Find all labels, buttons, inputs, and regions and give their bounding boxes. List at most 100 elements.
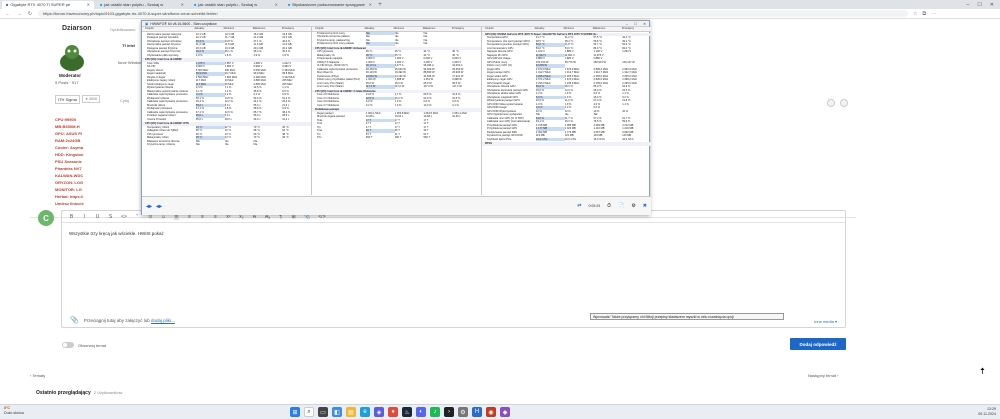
column-header[interactable]: Przeciętny: [282, 27, 311, 31]
reply-editor[interactable]: B I U S <> " ⊙ ☺ ≡ ≡ ≡ ≡ x² x₂ A Aₐ ¶ ⊞ 📎 </> Wszystkie trz…: [61, 210, 846, 328]
search-icon[interactable]: ⌕: [304, 407, 314, 417]
column-header[interactable]: Przeciętny: [452, 27, 481, 31]
toolbar-button[interactable]: S: [108, 214, 113, 220]
settings-icon[interactable]: ⚙: [631, 203, 635, 209]
column-header[interactable]: Aktualny: [535, 27, 564, 31]
column-header[interactable]: Maksimum: [423, 27, 452, 31]
sensor-row[interactable]: Uncore Przesłoń 35,0 x 28,0 x 43,0 x 31,4 x: [142, 118, 311, 122]
submit-reply-button[interactable]: Dodaj odpowiedź: [790, 338, 846, 350]
scroll-top-icon[interactable]: 🠅: [980, 364, 985, 380]
toolbar-button[interactable]: B: [69, 214, 74, 220]
tab-close-icon[interactable]: ✕: [181, 2, 184, 7]
column-header[interactable]: Czujnik: [145, 27, 195, 31]
attach-area[interactable]: 📎 Przeciągnij tutaj aby załączyć lub dod…: [70, 316, 175, 324]
start-icon[interactable]: ⊞: [290, 407, 300, 417]
expand-arrows-icon[interactable]: ◂▸: [156, 203, 162, 210]
recent-viewers-title: Ostatnio przeglądający: [36, 390, 91, 396]
sensor-cell: 560 T: [394, 136, 402, 139]
store-icon[interactable]: ◈: [374, 407, 384, 417]
column-header[interactable]: Minimum: [564, 27, 593, 31]
column-header[interactable]: Czujnik: [485, 27, 535, 31]
tab-close-icon[interactable]: ✕: [369, 2, 372, 7]
tab-close-icon[interactable]: ✕: [275, 2, 278, 7]
toolbar-button[interactable]: ": [135, 214, 140, 220]
hwinfo-app-icon[interactable]: H: [472, 407, 482, 417]
app-icon[interactable]: ◉: [486, 407, 496, 417]
file-explorer-icon[interactable]: ▤: [346, 407, 356, 417]
maximize-icon[interactable]: ☐: [977, 2, 981, 8]
chrome-icon[interactable]: ●: [388, 407, 398, 417]
toolbar-button[interactable]: I: [82, 214, 87, 220]
settings-app-icon[interactable]: ⚙: [458, 407, 468, 417]
follow-topic-toggle[interactable]: [62, 342, 74, 348]
report-icon[interactable]: 📄: [618, 203, 624, 209]
extensions-icon[interactable]: ⧉: [922, 11, 926, 17]
sensor-pane-3[interactable]: Czujnik Aktualny Minimum Maksimum Przeciętny…: [482, 27, 651, 195]
sensor-row[interactable]: Limit mocy PL2 (Static) 117,0 W 117,0 W 117…: [312, 85, 481, 89]
star-icon[interactable]: ☆: [913, 11, 917, 17]
user-avatar[interactable]: [55, 42, 89, 72]
quote-button[interactable]: Cytuj: [120, 98, 129, 103]
post-username[interactable]: Dziarson: [62, 25, 92, 32]
sensor-row[interactable]: Core C7 Obłożenie 0,2 % 0,0 % 13,0 % 0,1 %: [312, 104, 481, 108]
follow-topic-label: Obserwuj temat: [78, 343, 107, 348]
hwinfo-close-icon[interactable]: ✕: [643, 22, 646, 26]
share-icon[interactable]: [840, 99, 848, 107]
url-field[interactable]: https://forum.frazeconomy.ph/topic/9103-…: [38, 10, 908, 17]
column-header[interactable]: Aktualny: [195, 27, 224, 31]
clock-icon[interactable]: ⏱: [607, 203, 611, 209]
back-icon[interactable]: ←: [5, 11, 11, 17]
menu-icon[interactable]: ⋯: [931, 11, 936, 17]
system-tray[interactable]: 13:29 09.11.2024: [930, 407, 996, 417]
attach-text: Przeciągnij tutaj aby załączyć lub dodaj…: [83, 317, 175, 323]
network-icon[interactable]: ⇄: [577, 203, 581, 209]
steam-icon[interactable]: ♨: [402, 407, 412, 417]
column-header[interactable]: Czujnik: [315, 27, 365, 31]
task-view-icon[interactable]: ▭: [318, 407, 328, 417]
toolbar-button[interactable]: <>: [121, 214, 127, 220]
reaction-icon[interactable]: [827, 99, 835, 107]
spotify-icon[interactable]: ♪: [430, 407, 440, 417]
column-header[interactable]: Przeciętny: [622, 27, 651, 31]
tab-close-icon[interactable]: ✕: [87, 2, 90, 7]
column-header[interactable]: Minimum: [394, 27, 423, 31]
minimize-icon[interactable]: –: [967, 2, 970, 8]
previous-topic-link[interactable]: ‹ Tematy: [30, 373, 45, 378]
next-topic-link[interactable]: Następny temat ›: [808, 373, 838, 378]
terminal-icon[interactable]: ›: [444, 407, 454, 417]
add-files-link[interactable]: dodaj pliki...: [151, 318, 175, 323]
hwinfo-maximize-icon[interactable]: ☐: [634, 22, 637, 26]
sensor-pane-1[interactable]: Czujnik Aktualny Minimum Maksimum Przeciętny…: [142, 27, 312, 195]
column-header[interactable]: Maksimum: [253, 27, 282, 31]
sensor-row[interactable]: Trfc 560 T 560 T 560 T: [312, 136, 481, 140]
hwinfo-minimize-icon[interactable]: –: [626, 22, 628, 26]
sensor-pane-2[interactable]: Czujnik Aktualny Minimum Maksimum Przeciętny…: [312, 27, 482, 195]
close-icon[interactable]: ✕: [990, 2, 994, 8]
browser-tab[interactable]: ■ jak ustalić stan pulpitu - Szukaj w ✕: [190, 1, 282, 9]
sensor-row[interactable]: Krytyczna temp. rdzenia Nie Nie Nie: [142, 143, 311, 147]
column-header[interactable]: Maksimum: [593, 27, 622, 31]
discord-icon[interactable]: ◐: [416, 407, 426, 417]
edge-icon[interactable]: e: [360, 407, 370, 417]
editor-text[interactable]: Wszystkie trzy kręcą jak wściekle. HWiSt…: [62, 223, 845, 244]
app-icon-2[interactable]: ◆: [500, 407, 510, 417]
weather-widget[interactable]: 8°C Dużo słońca: [4, 406, 24, 416]
other-media-dropdown[interactable]: Inne media ▾: [814, 319, 837, 324]
browser-tab[interactable]: ■ Gigabyte RTX 4070 Ti SUPER pe ✕: [2, 0, 94, 9]
sensor-row[interactable]: Szybkość łącza PCIe 16,0 GT/s 16,0 GT/s 16,…: [482, 137, 651, 141]
browser-tab[interactable]: ■ jak ustalić stan pulpitu - Szukaj w ✕: [96, 1, 188, 9]
column-header[interactable]: Aktualny: [365, 27, 394, 31]
reload-icon[interactable]: ↻: [27, 11, 33, 17]
browser-tab[interactable]: ■ Błyskawiczne podsumowanie sprzęgowe ✕: [284, 1, 376, 9]
sensor-row[interactable]: Użytkowanie pliku wymiany 1,9 % 1,8 % 1,9 %…: [142, 54, 311, 58]
sensor-row[interactable]: Przekroczony limit mocy pakietu Nie Nie Nie: [312, 42, 481, 46]
toolbar-button[interactable]: U: [95, 214, 100, 220]
reset-icon[interactable]: ✖: [643, 203, 647, 209]
forward-icon[interactable]: →: [16, 11, 22, 17]
favicon-icon: ■: [6, 2, 9, 7]
column-header[interactable]: Minimum: [224, 27, 253, 31]
widgets-icon[interactable]: ◧: [332, 407, 342, 417]
collapse-arrows-icon[interactable]: ◂▸: [146, 203, 152, 210]
new-tab-button[interactable]: +: [376, 2, 384, 8]
sensor-group[interactable]: RTSS: [482, 142, 651, 146]
